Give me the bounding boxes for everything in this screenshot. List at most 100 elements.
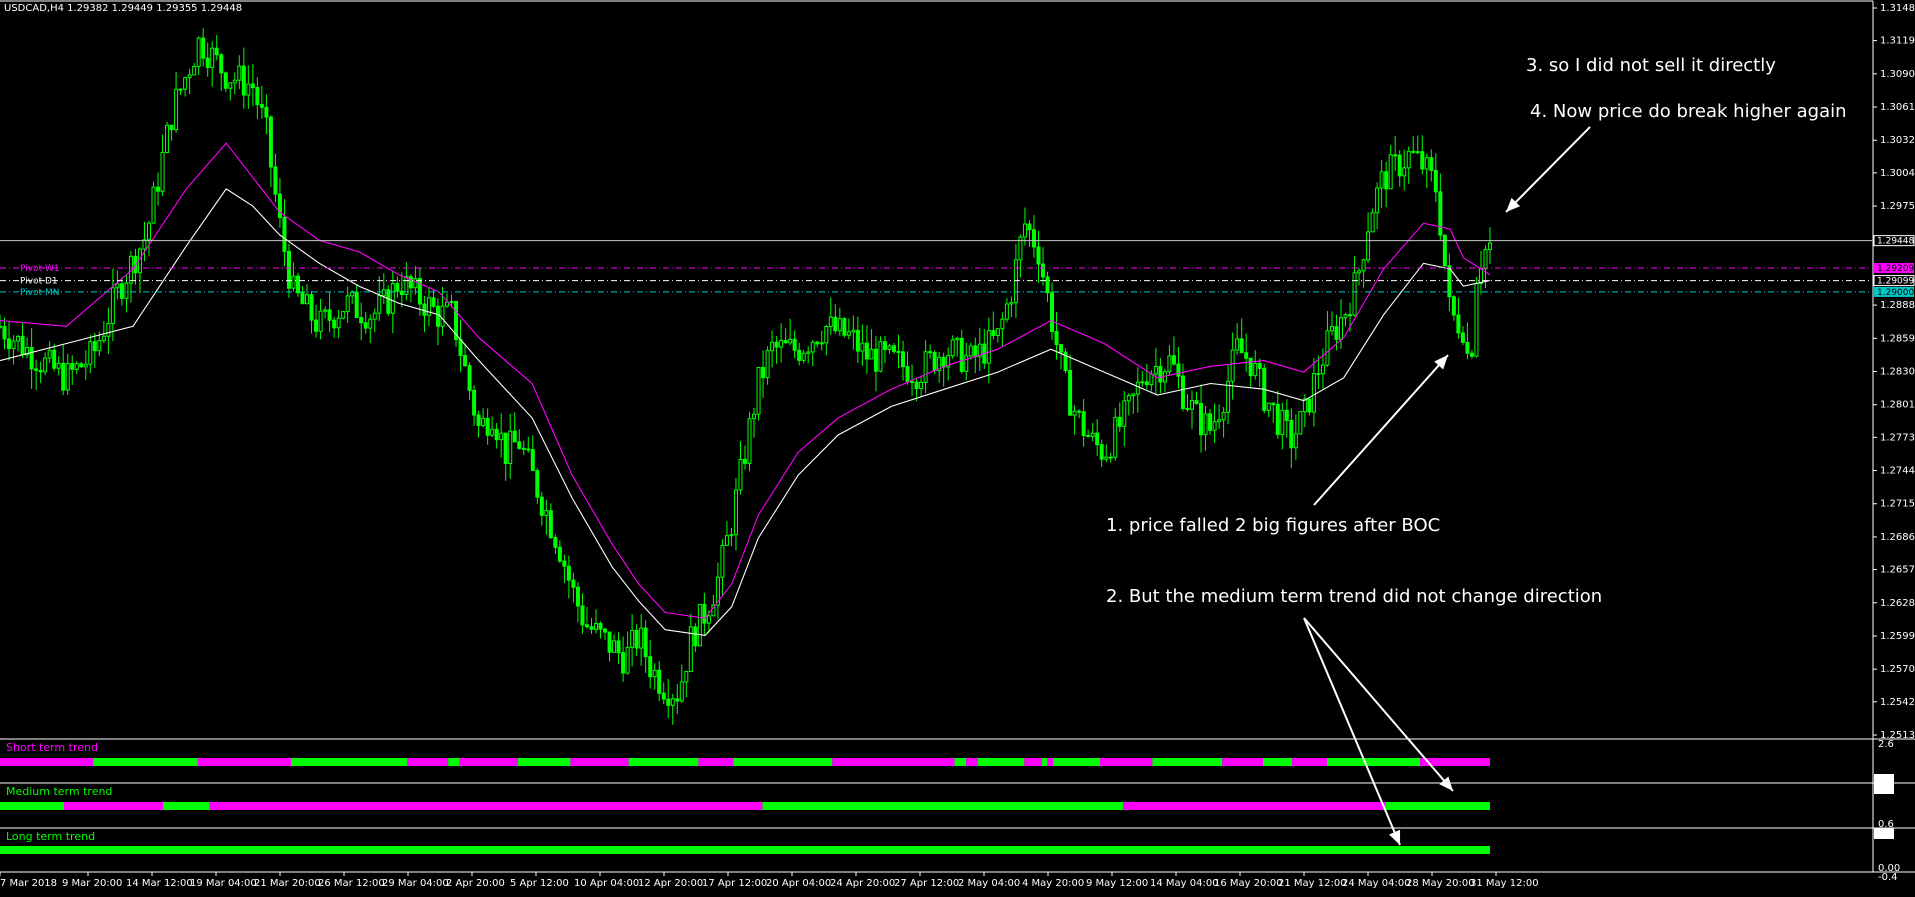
candle-body xyxy=(1009,302,1014,305)
candle-body xyxy=(598,622,603,630)
candle-body xyxy=(1329,326,1334,332)
y-tick-label: 1.28305 xyxy=(1880,367,1915,378)
candle-body xyxy=(589,626,594,630)
candle-body xyxy=(1307,398,1312,413)
candle-body xyxy=(1036,246,1041,265)
x-tick-label: 10 Apr 04:00 xyxy=(574,878,639,889)
price-chart[interactable]: Pivot W1 Pivot D1Pivot MN Short term tren… xyxy=(0,0,1915,897)
candle-body xyxy=(1235,338,1240,351)
candle-body xyxy=(851,329,856,333)
candle-body xyxy=(147,222,151,241)
candle-body xyxy=(743,458,747,464)
candle-body xyxy=(1158,366,1163,383)
candle-body xyxy=(1271,402,1276,405)
candle-body xyxy=(959,337,964,372)
candle-body xyxy=(819,342,824,345)
trend-segment xyxy=(197,758,292,766)
candle-body xyxy=(928,351,933,354)
x-tick-label: 31 May 12:00 xyxy=(1470,878,1539,889)
y-tick-label: 1.25420 xyxy=(1880,697,1915,708)
candle-body xyxy=(1379,171,1384,189)
candle-body xyxy=(43,357,48,373)
candle-body xyxy=(119,283,124,299)
candle-body xyxy=(1104,456,1109,460)
candle-body xyxy=(968,345,973,357)
candle-body xyxy=(508,430,513,465)
trend-segment xyxy=(459,758,519,766)
candle-body xyxy=(323,309,328,312)
candle-body xyxy=(1325,330,1330,366)
trend-segment xyxy=(64,802,163,810)
candle-body xyxy=(341,311,346,319)
candle-body xyxy=(1406,150,1411,169)
candle-body xyxy=(11,340,16,350)
candle-body xyxy=(1153,366,1158,375)
candle-body xyxy=(192,65,197,76)
candle-body xyxy=(16,335,21,342)
candle-body xyxy=(413,278,418,289)
candle-body xyxy=(806,351,811,354)
candle-body xyxy=(1469,352,1474,357)
candle-body xyxy=(1022,223,1027,238)
candle-body xyxy=(1185,407,1190,410)
trend-segment xyxy=(407,758,449,766)
candle-body xyxy=(571,579,576,588)
candle-body xyxy=(386,289,391,314)
candle-body xyxy=(1180,375,1185,409)
candle-body xyxy=(503,432,508,465)
candle-body xyxy=(1348,314,1353,317)
trend-segment xyxy=(162,802,210,810)
candle-body xyxy=(277,193,282,219)
candle-body xyxy=(810,341,815,353)
candle-body xyxy=(1068,370,1073,416)
trend-ylabel: -0.4 xyxy=(1878,872,1898,883)
candle-body xyxy=(440,305,445,327)
candle-body xyxy=(395,283,400,292)
candle-body xyxy=(359,317,364,324)
candle-body xyxy=(1135,381,1140,395)
candle-body xyxy=(1013,259,1018,304)
candle-body xyxy=(174,88,179,131)
candle-body xyxy=(1370,212,1375,233)
candle-body xyxy=(738,458,743,491)
candle-body xyxy=(1366,231,1371,261)
candle-body xyxy=(1415,151,1420,154)
y-tick-label: 1.27440 xyxy=(1880,466,1915,477)
x-tick-label: 21 May 12:00 xyxy=(1278,878,1347,889)
candle-body xyxy=(1167,355,1172,373)
candle-body xyxy=(1334,326,1339,340)
candle-body xyxy=(1433,169,1438,193)
annotation-3: 3. so I did not sell it directly xyxy=(1526,55,1776,76)
y-tick-label: 1.28885 xyxy=(1880,300,1915,311)
trend-segment xyxy=(518,758,571,766)
candle-body xyxy=(29,347,34,370)
candle-body xyxy=(910,380,915,383)
candle-body xyxy=(377,295,382,314)
candle-body xyxy=(449,300,454,303)
candle-body xyxy=(1339,317,1343,340)
y-tick-label: 1.26575 xyxy=(1880,565,1915,576)
trend-panel-title: Medium term trend xyxy=(6,785,112,798)
y-tick-label: 1.25705 xyxy=(1880,664,1915,675)
candle-body xyxy=(666,698,671,706)
trend-ylabel: 1.6 xyxy=(1878,783,1894,794)
candle-body xyxy=(1244,352,1249,359)
candle-body xyxy=(882,341,887,350)
candle-body xyxy=(1077,410,1082,413)
candle-body xyxy=(643,627,648,658)
candle-body xyxy=(697,603,702,647)
trend-segment xyxy=(0,758,94,766)
candle-body xyxy=(1072,410,1077,416)
candle-body xyxy=(214,47,219,56)
candle-body xyxy=(562,560,567,567)
candle-body xyxy=(79,363,84,368)
candle-body xyxy=(142,239,147,250)
candle-body xyxy=(603,628,608,633)
candle-body xyxy=(1113,416,1118,458)
candle-body xyxy=(1050,292,1055,332)
candle-body xyxy=(1230,349,1235,382)
candle-body xyxy=(463,354,468,367)
candle-body xyxy=(92,341,97,352)
candle-body xyxy=(770,341,775,352)
trend-segment xyxy=(1047,758,1054,766)
